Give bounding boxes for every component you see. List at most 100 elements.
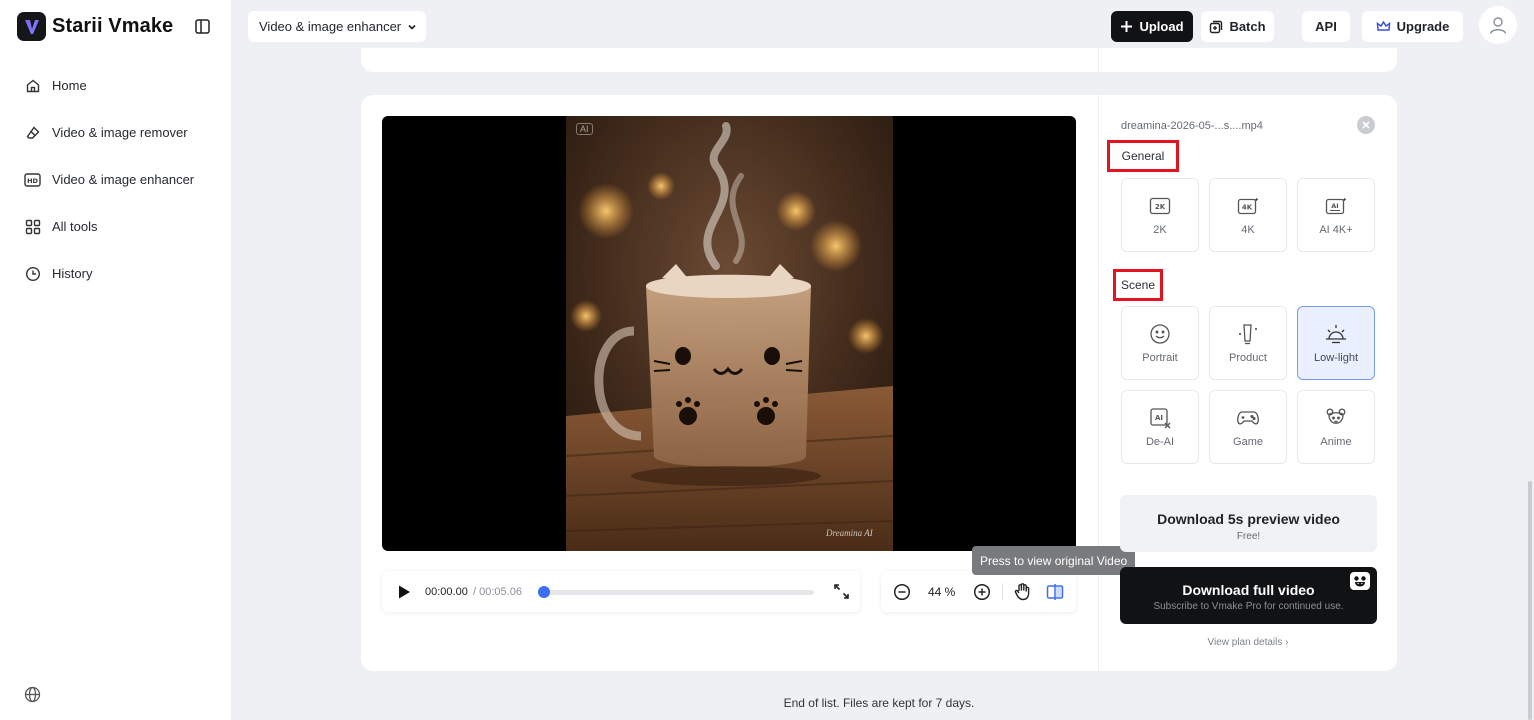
option-de-ai[interactable]: AI De-AI xyxy=(1121,390,1199,464)
bear-icon xyxy=(1324,406,1348,430)
user-icon xyxy=(1489,17,1507,34)
download-full-subtitle: Subscribe to Vmake Pro for continued use… xyxy=(1153,601,1344,612)
option-game[interactable]: Game xyxy=(1209,390,1287,464)
eraser-icon xyxy=(24,124,41,141)
option-anime[interactable]: Anime xyxy=(1297,390,1375,464)
general-section-label: General xyxy=(1107,140,1179,172)
view-plan-label: View plan details xyxy=(1207,637,1283,648)
sidebar-item-history[interactable]: History xyxy=(0,250,231,297)
zoom-out-icon[interactable] xyxy=(893,583,911,601)
api-button[interactable]: API xyxy=(1302,11,1350,42)
batch-label: Batch xyxy=(1229,19,1266,34)
divider xyxy=(1002,583,1003,600)
crown-icon xyxy=(1376,20,1390,31)
option-label: 2K xyxy=(1153,224,1167,236)
plus-icon xyxy=(1121,21,1133,32)
option-label: Low-light xyxy=(1313,352,1359,364)
svg-text:HD: HD xyxy=(27,177,38,185)
upgrade-button[interactable]: Upgrade xyxy=(1362,11,1463,42)
fullscreen-icon[interactable] xyxy=(833,583,850,600)
svg-text:AI: AI xyxy=(1155,414,1163,422)
option-2k[interactable]: 2K 2K xyxy=(1121,178,1199,252)
option-label: AI 4K+ xyxy=(1319,224,1353,236)
download-preview-subtitle: Free! xyxy=(1236,531,1261,542)
api-label: API xyxy=(1315,19,1337,34)
video-preview[interactable]: AI Dreamina AI xyxy=(382,116,1076,551)
zoom-level: 44 % xyxy=(928,585,956,599)
option-label: Product xyxy=(1229,352,1267,364)
upload-button[interactable]: Upload xyxy=(1111,11,1193,42)
sidebar-item-remover[interactable]: Video & image remover xyxy=(0,109,231,156)
sidebar-item-label: Video & image enhancer xyxy=(52,172,195,187)
option-label: Anime xyxy=(1320,436,1352,448)
sidebar-item-enhancer[interactable]: HD Video & image enhancer xyxy=(0,156,231,203)
settings-panel: dreamina-2026-05-...s....mp4 General 2K … xyxy=(1099,95,1397,671)
home-icon xyxy=(24,77,41,94)
product-icon xyxy=(1236,322,1260,346)
ai-4k-icon: AI xyxy=(1324,194,1348,218)
clock-icon xyxy=(24,265,41,282)
4k-icon: 4K xyxy=(1236,194,1260,218)
close-button[interactable] xyxy=(1357,116,1375,134)
download-preview-button[interactable]: Download 5s preview video Free! xyxy=(1120,495,1377,552)
hand-icon[interactable] xyxy=(1013,582,1032,601)
sidebar-item-label: All tools xyxy=(52,219,98,234)
hd-icon: HD xyxy=(24,171,41,188)
sidebar-item-label: Video & image remover xyxy=(52,125,188,140)
play-icon[interactable] xyxy=(396,584,412,600)
option-4k[interactable]: 4K 4K xyxy=(1209,178,1287,252)
smile-icon xyxy=(1148,322,1172,346)
upgrade-label: Upgrade xyxy=(1396,19,1450,34)
compare-icon[interactable] xyxy=(1046,583,1064,601)
option-product[interactable]: Product xyxy=(1209,306,1287,380)
batch-icon xyxy=(1210,20,1223,33)
2k-icon: 2K xyxy=(1148,194,1172,218)
scrollbar[interactable] xyxy=(1528,481,1532,720)
sidebar: Starii Vmake Home Video & image remover … xyxy=(0,0,231,720)
video-frame xyxy=(566,116,893,551)
task-card: AI Dreamina AI 00:00.00 / 00:05.06 44 % … xyxy=(361,95,1397,671)
chevron-right-icon: › xyxy=(1285,637,1289,648)
option-ai-4k-plus[interactable]: AI AI 4K+ xyxy=(1297,178,1375,252)
progress-bar[interactable] xyxy=(538,586,814,598)
download-full-button[interactable]: Download full video Subscribe to Vmake P… xyxy=(1120,567,1377,624)
divider xyxy=(1098,48,1099,72)
zoom-in-icon[interactable] xyxy=(973,583,991,601)
sidebar-item-home[interactable]: Home xyxy=(0,62,231,109)
download-full-title: Download full video xyxy=(1182,582,1315,598)
option-portrait[interactable]: Portrait xyxy=(1121,306,1199,380)
previous-task-card xyxy=(361,48,1397,72)
gamepad-icon xyxy=(1236,406,1260,430)
current-time: 00:00.00 xyxy=(425,586,468,598)
view-plan-link[interactable]: View plan details › xyxy=(1099,637,1397,648)
watermark-bottom: Dreamina AI xyxy=(826,528,873,538)
batch-button[interactable]: Batch xyxy=(1201,11,1274,42)
download-preview-title: Download 5s preview video xyxy=(1157,511,1340,527)
sidebar-item-label: Home xyxy=(52,78,87,93)
sidebar-item-all-tools[interactable]: All tools xyxy=(0,203,231,250)
sidebar-nav: Home Video & image remover HD Video & im… xyxy=(0,62,231,297)
globe-icon[interactable] xyxy=(24,686,41,703)
file-name: dreamina-2026-05-...s....mp4 xyxy=(1121,120,1263,132)
sidebar-item-label: History xyxy=(52,266,93,281)
option-label: Game xyxy=(1233,436,1263,448)
svg-text:AI: AI xyxy=(1331,202,1338,210)
svg-text:4K: 4K xyxy=(1242,204,1253,212)
svg-text:2K: 2K xyxy=(1155,203,1166,211)
grid-icon xyxy=(24,218,41,235)
sunrise-icon xyxy=(1324,322,1348,346)
avatar[interactable] xyxy=(1479,6,1517,44)
progress-handle[interactable] xyxy=(538,586,550,598)
option-label: De-AI xyxy=(1145,436,1175,448)
watermark-top: AI xyxy=(576,123,593,135)
top-actions: Upload Batch API Upgrade xyxy=(0,11,1534,42)
zoom-controls: 44 % xyxy=(881,571,1076,612)
de-ai-icon: AI xyxy=(1148,406,1172,430)
upload-label: Upload xyxy=(1139,19,1184,34)
option-low-light[interactable]: Low-light xyxy=(1297,306,1375,380)
option-label: Portrait xyxy=(1142,352,1178,364)
option-label: 4K xyxy=(1241,224,1255,236)
footer-note: End of list. Files are kept for 7 days. xyxy=(783,696,975,710)
scene-section-label: Scene xyxy=(1113,269,1163,301)
close-icon xyxy=(1362,121,1370,129)
